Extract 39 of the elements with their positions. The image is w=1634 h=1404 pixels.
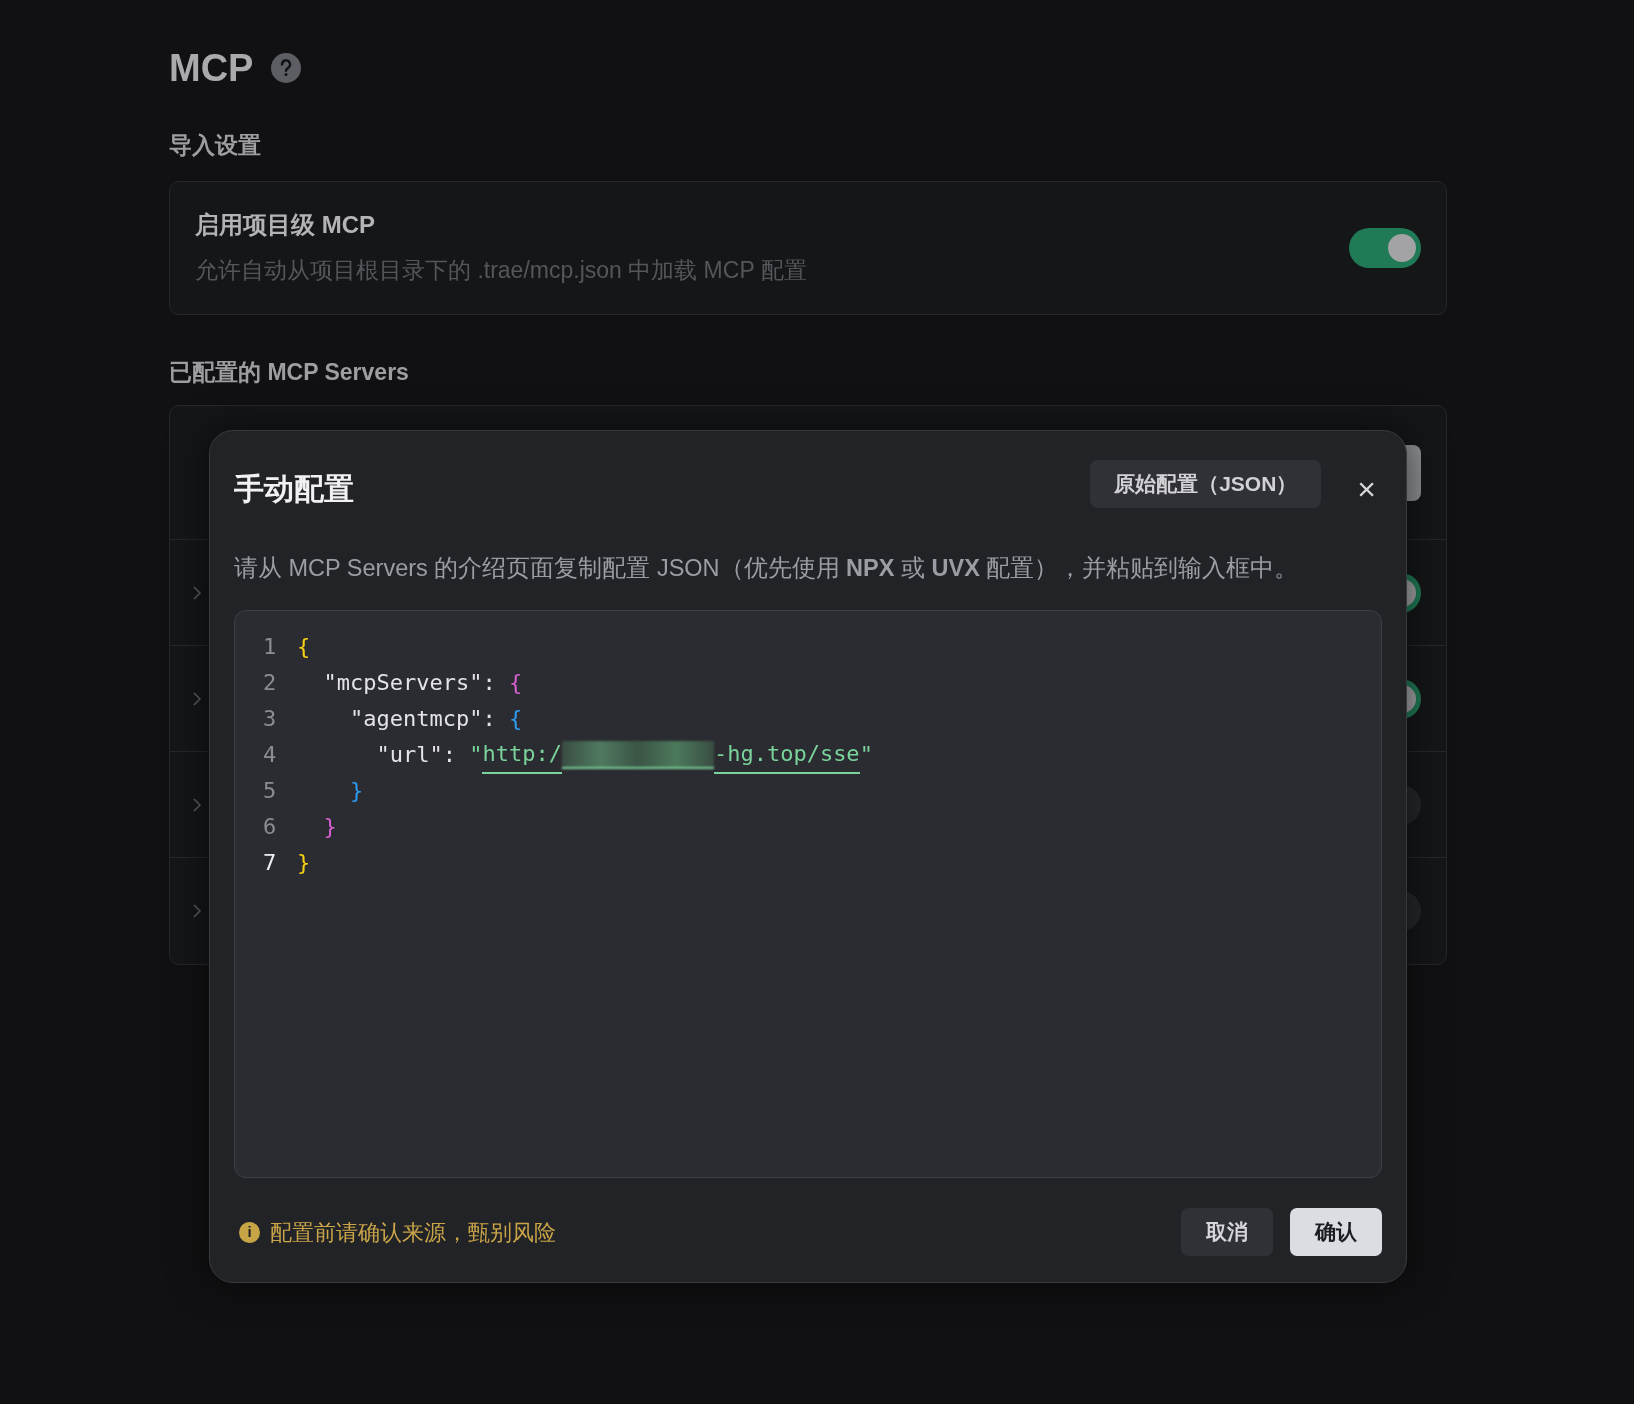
mode-button[interactable]: 原始配置（JSON）: [1090, 459, 1322, 508]
page-title: MCP: [169, 46, 254, 91]
toggle-switch[interactable]: [1349, 227, 1421, 268]
confirm-button[interactable]: 确认: [1290, 1208, 1382, 1256]
line-number: 1: [263, 633, 278, 662]
chevron-icon[interactable]: [192, 796, 202, 813]
setting-description: 允许自动从项目根目录下的 .trae/mcp.json 中加载 MCP 配置: [195, 256, 807, 286]
code-token: "agentmcp":: [348, 705, 497, 734]
warning-text: 配置前请确认来源，甄别风险: [270, 1218, 556, 1247]
chevron-icon[interactable]: [192, 903, 202, 919]
code-token: }: [297, 849, 311, 878]
code-token: "mcpServers":: [322, 669, 497, 698]
code-token: "url":: [375, 741, 457, 770]
line-number: 2: [263, 669, 278, 698]
line-number: 7: [263, 849, 278, 878]
section-heading: 已配置的 MCP Servers: [169, 357, 410, 387]
url-link[interactable]: -hg.top/sse: [713, 736, 860, 775]
dialog-title: 手动配置: [234, 471, 354, 507]
code-token: {: [508, 669, 523, 698]
line-number: 4: [263, 741, 278, 770]
code-editor[interactable]: 1 { 2 "mcpServers": { 3 "agentmcp": { 4 "url": "http:/ -hg.top/sse" 5 } 6 } 7 }: [234, 610, 1382, 1178]
code-token: }: [348, 777, 364, 806]
code-token: ": [859, 741, 873, 770]
line-number: 5: [263, 777, 278, 806]
code-token: ": [469, 741, 483, 770]
help-icon[interactable]: [271, 53, 302, 83]
cancel-button[interactable]: 取消: [1181, 1208, 1273, 1256]
code-token: {: [297, 633, 311, 662]
setting-title: 启用项目级 MCP: [195, 210, 376, 241]
code-token: {: [508, 705, 523, 734]
section-heading: 导入设置: [169, 131, 262, 160]
code-token: }: [322, 813, 337, 842]
line-number: 6: [263, 813, 278, 842]
chevron-icon[interactable]: [192, 690, 202, 707]
info-icon: i: [239, 1221, 260, 1243]
dialog-description: 请从 MCP Servers 的介绍页面复制配置 JSON（优先使用 NPX 或 UVX 配置），并粘贴到输入框中。: [234, 554, 1300, 583]
chevron-icon[interactable]: [192, 584, 202, 601]
close-button[interactable]: ×: [1357, 472, 1376, 505]
line-number: 3: [263, 705, 278, 734]
